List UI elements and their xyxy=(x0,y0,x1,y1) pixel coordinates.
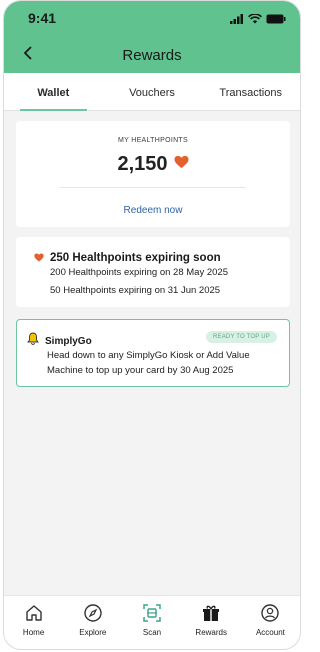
expiring-line: 200 Healthpoints expiring on 28 May 2025 xyxy=(50,267,228,278)
expiring-title-row: 250 Healthpoints expiring soon xyxy=(34,249,221,267)
nav-home[interactable]: Home xyxy=(4,596,63,649)
battery-icon xyxy=(266,11,286,29)
status-icons xyxy=(230,11,286,29)
healthpoints-card: MY HEALTHPOINTS 2,150 Redeem now xyxy=(16,121,290,227)
scan-icon xyxy=(141,602,163,624)
user-icon xyxy=(259,602,281,624)
tab-wallet[interactable]: Wallet xyxy=(4,73,103,111)
nav-label: Home xyxy=(22,628,45,637)
status-time: 9:41 xyxy=(28,10,57,26)
heart-icon xyxy=(34,249,44,267)
healthpoints-value-row: 2,150 xyxy=(16,153,290,176)
header-bar: 9:41 Rewards xyxy=(4,1,300,73)
gift-icon xyxy=(200,602,222,624)
simplygo-message: Head down to any SimplyGo Kiosk or Add V… xyxy=(47,350,250,376)
healthpoints-value: 2,150 xyxy=(117,153,168,175)
bottom-nav: Home Explore Scan Rewards Account xyxy=(4,595,300,649)
nav-label: Scan xyxy=(142,628,162,637)
expiring-title: 250 Healthpoints expiring soon xyxy=(50,252,221,264)
home-icon xyxy=(23,602,45,624)
bell-icon xyxy=(27,332,39,350)
compass-icon xyxy=(82,602,104,624)
expiring-line: 50 Healthpoints expiring on 31 Jun 2025 xyxy=(50,285,221,296)
page-title: Rewards xyxy=(122,47,182,64)
simplygo-title: SimplyGo xyxy=(45,335,92,347)
nav-label: Account xyxy=(255,628,285,637)
tab-bar: Wallet Vouchers Transactions xyxy=(4,73,300,111)
card-divider xyxy=(60,187,246,188)
wifi-icon xyxy=(248,11,262,29)
nav-label: Rewards xyxy=(195,628,227,637)
simplygo-card[interactable]: SimplyGo READY TO TOP UP Head down to an… xyxy=(16,319,290,387)
nav-scan[interactable]: Scan xyxy=(122,596,181,649)
expiring-card[interactable]: 250 Healthpoints expiring soon 200 Healt… xyxy=(16,237,290,307)
nav-label: Explore xyxy=(79,628,107,637)
redeem-now-link[interactable]: Redeem now xyxy=(16,205,290,216)
tab-transactions[interactable]: Transactions xyxy=(201,73,300,110)
status-badge: READY TO TOP UP xyxy=(205,331,277,343)
tab-vouchers[interactable]: Vouchers xyxy=(103,73,202,110)
healthpoints-label: MY HEALTHPOINTS xyxy=(118,137,188,144)
nav-account[interactable]: Account xyxy=(241,596,300,649)
heart-icon xyxy=(174,155,189,174)
phone-screen: 9:41 Rewards Wallet Vouchers Transaction… xyxy=(3,0,301,650)
status-bar: 9:41 xyxy=(4,1,300,31)
nav-explore[interactable]: Explore xyxy=(63,596,122,649)
nav-rewards[interactable]: Rewards xyxy=(182,596,241,649)
signal-icon xyxy=(230,11,244,29)
